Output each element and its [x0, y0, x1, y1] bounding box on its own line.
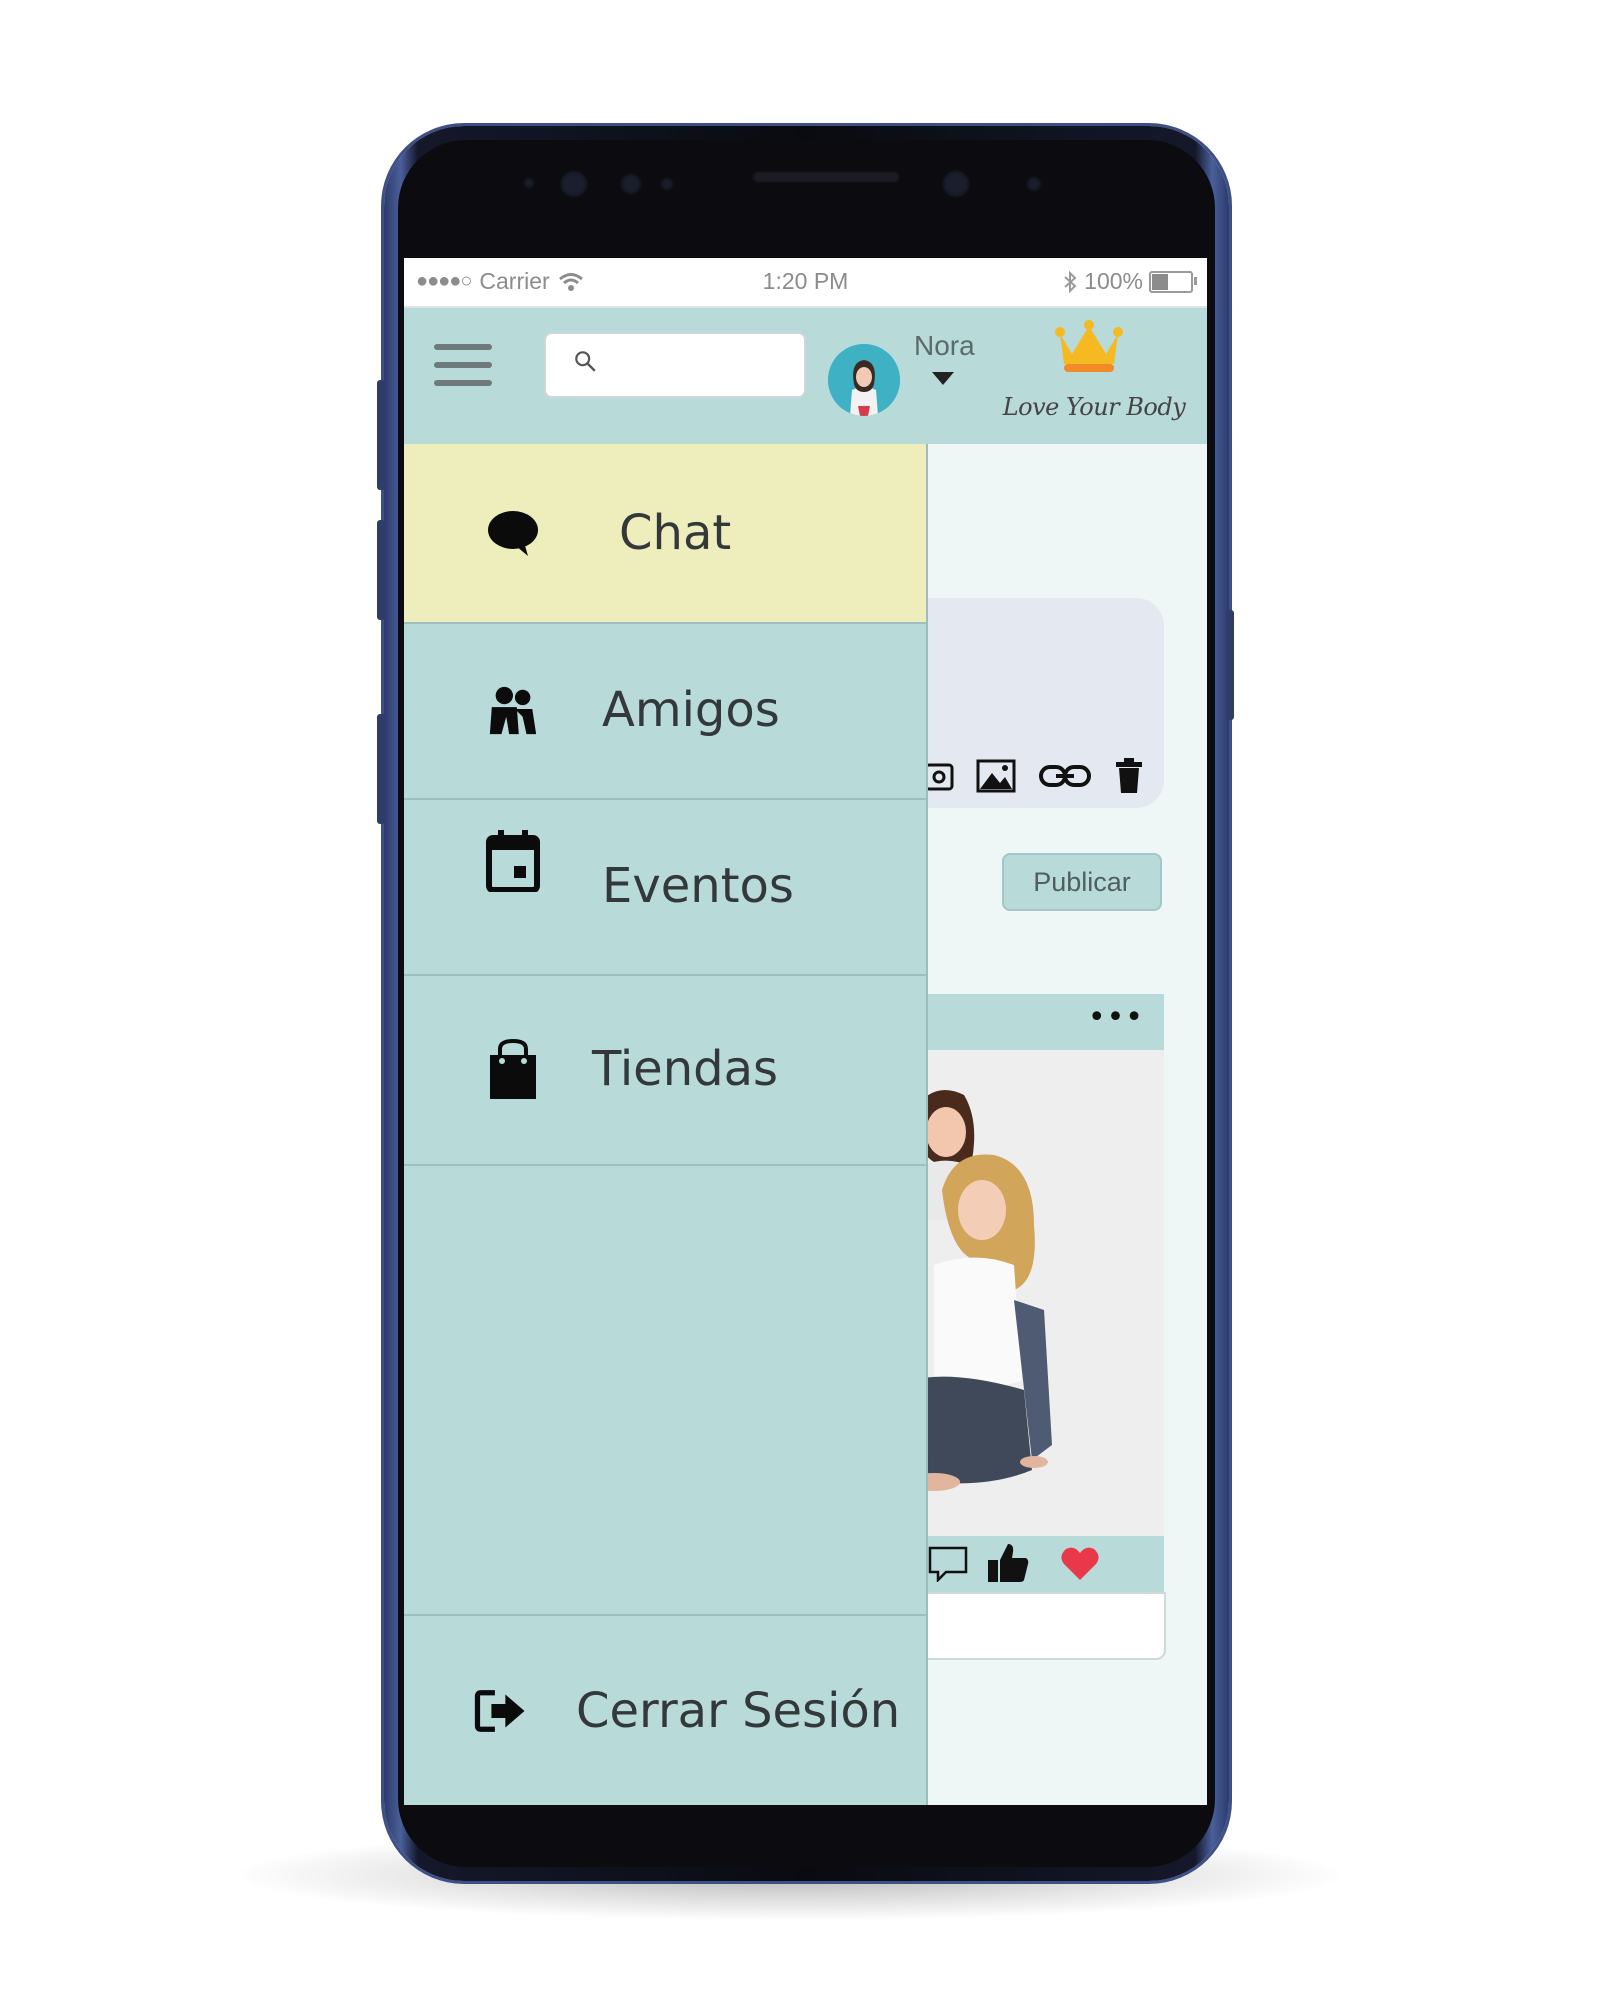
post-actions-bar	[894, 1536, 1164, 1592]
search-icon	[575, 351, 596, 372]
chat-bubble-icon	[486, 506, 540, 560]
side-button-left-3	[377, 714, 385, 824]
calendar-icon	[486, 830, 540, 892]
iris-camera	[942, 170, 970, 198]
logout-icon	[474, 1684, 528, 1738]
composer-toolbar	[924, 758, 1144, 794]
heart-icon[interactable]	[1060, 1546, 1100, 1582]
user-avatar[interactable]	[828, 344, 900, 416]
drawer-item-label: Eventos	[602, 858, 794, 914]
friends-icon	[486, 683, 540, 737]
drawer-item-eventos[interactable]: Eventos	[404, 798, 926, 976]
earpiece-speaker	[752, 171, 900, 183]
drawer-item-chat[interactable]: Chat	[404, 444, 926, 624]
more-options-icon[interactable]: •••	[1088, 1000, 1144, 1035]
comment-input[interactable]	[894, 1592, 1166, 1660]
menu-hamburger-icon[interactable]	[434, 344, 492, 390]
publish-button[interactable]: Publicar	[1002, 853, 1162, 911]
drawer-item-label: Tiendas	[592, 1041, 779, 1097]
side-button-right	[1226, 610, 1234, 720]
bluetooth-icon	[1064, 270, 1077, 293]
link-icon[interactable]	[1038, 761, 1092, 791]
front-camera	[560, 170, 588, 198]
thumbs-up-icon[interactable]	[986, 1540, 1030, 1584]
drawer-item-amigos[interactable]: Amigos	[404, 622, 926, 800]
drawer-item-label: Amigos	[602, 682, 780, 738]
chevron-down-icon[interactable]	[932, 372, 954, 385]
screen: ●●●●○ Carrier 1:20 PM 100% Nora Love You…	[404, 258, 1207, 1805]
camera-icon[interactable]	[924, 759, 954, 793]
side-button-left-2	[377, 520, 385, 620]
side-button-left-1	[377, 380, 385, 490]
shopping-bag-icon	[486, 1039, 540, 1099]
logout-label: Cerrar Sesión	[576, 1682, 901, 1739]
sensor-dot	[523, 177, 535, 189]
image-icon[interactable]	[976, 759, 1016, 793]
trash-icon[interactable]	[1114, 758, 1144, 794]
navigation-drawer: Chat Amigos Eventos Tiendas Cerrar Sesió…	[404, 444, 928, 1805]
sensor-dot	[660, 177, 674, 191]
app-header: Nora Love Your Body	[404, 308, 1207, 444]
sensor-dot	[620, 173, 642, 195]
user-name[interactable]: Nora	[914, 330, 975, 362]
logout-button[interactable]: Cerrar Sesión	[404, 1616, 926, 1805]
comment-icon[interactable]	[928, 1546, 968, 1582]
post-image[interactable]	[894, 1050, 1164, 1536]
drawer-item-label: Chat	[619, 505, 732, 561]
sensor-dot	[1026, 176, 1042, 192]
battery-icon	[1149, 270, 1197, 293]
battery-percent: 100%	[1084, 268, 1143, 294]
search-input[interactable]	[544, 332, 806, 398]
women-group-photo	[894, 1050, 1164, 1536]
avatar-portrait	[828, 344, 900, 416]
brand-logo-text: Love Your Body	[1002, 393, 1186, 421]
crown-logo-icon	[1055, 320, 1123, 372]
post-header: •••	[894, 994, 1164, 1050]
drawer-item-tiendas[interactable]: Tiendas	[404, 974, 926, 1166]
status-bar: ●●●●○ Carrier 1:20 PM 100%	[404, 258, 1207, 308]
